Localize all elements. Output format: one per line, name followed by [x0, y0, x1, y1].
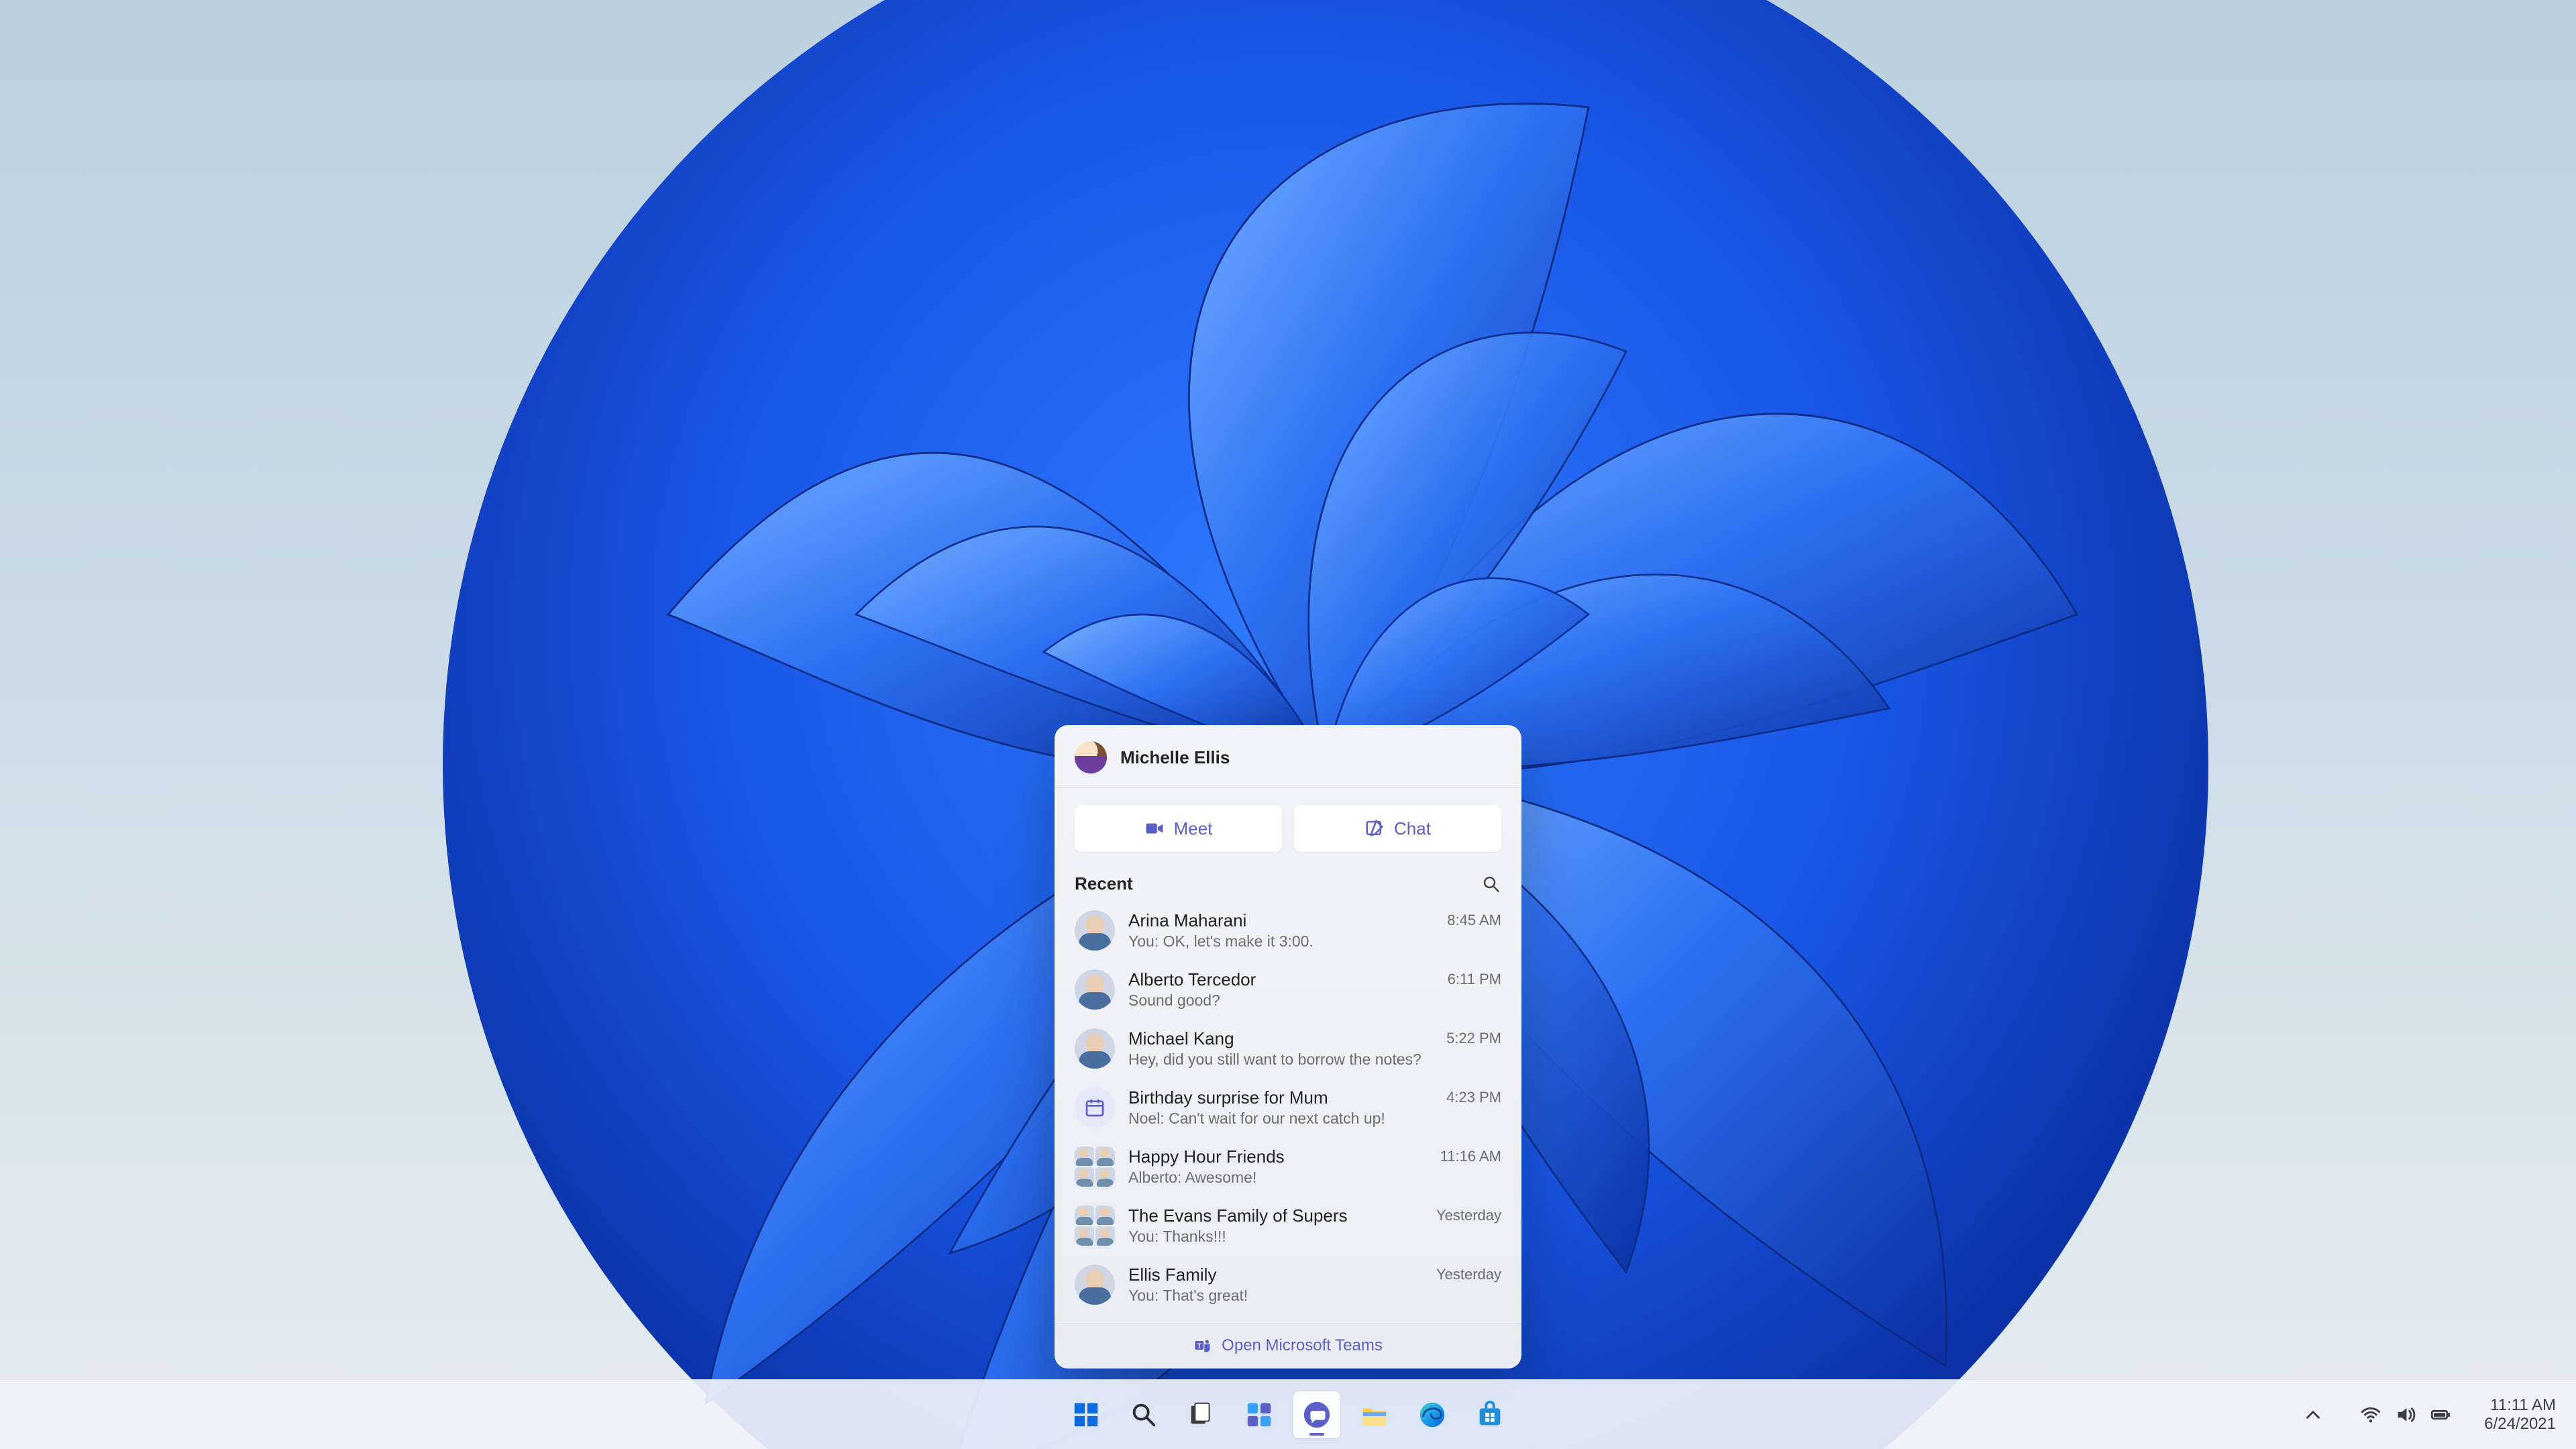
conversation-main: The Evans Family of Supers You: Thanks!!!	[1128, 1205, 1423, 1246]
search-icon	[1128, 1399, 1159, 1430]
conversation-preview: You: Thanks!!!	[1128, 1228, 1423, 1246]
search-icon[interactable]	[1481, 874, 1501, 894]
video-icon	[1144, 818, 1165, 839]
volume-icon	[2394, 1403, 2417, 1426]
conversation-title: Michael Kang	[1128, 1028, 1433, 1049]
quick-settings-button[interactable]	[2350, 1397, 2461, 1433]
conversation-preview: Hey, did you still want to borrow the no…	[1128, 1051, 1433, 1069]
meet-button-label: Meet	[1174, 818, 1213, 839]
person-avatar	[1075, 969, 1115, 1010]
chat-button[interactable]: Chat	[1294, 805, 1501, 852]
conversation-time: Yesterday	[1436, 1266, 1501, 1283]
conversation-main: Birthday surprise for Mum Noel: Can't wai…	[1128, 1087, 1433, 1128]
conversation-main: Michael Kang Hey, did you still want to b…	[1128, 1028, 1433, 1069]
compose-icon	[1364, 818, 1385, 839]
conversation-main: Ellis Family You: That's great!	[1128, 1265, 1423, 1305]
conversation-time: 11:16 AM	[1440, 1148, 1501, 1165]
store-icon	[1474, 1399, 1505, 1430]
conversation-time: 4:23 PM	[1446, 1089, 1501, 1106]
taskbar: 11:11 AM 6/24/2021	[0, 1379, 2576, 1449]
system-tray: 11:11 AM 6/24/2021	[2292, 1380, 2556, 1449]
chat-icon	[1301, 1399, 1332, 1430]
file-explorer-button[interactable]	[1351, 1391, 1398, 1438]
person-avatar	[1075, 1028, 1115, 1069]
conversation-item[interactable]: The Evans Family of Supers You: Thanks!!!…	[1060, 1196, 1516, 1255]
task-view-button[interactable]	[1178, 1391, 1225, 1438]
meet-button[interactable]: Meet	[1075, 805, 1282, 852]
recent-title: Recent	[1075, 873, 1133, 894]
teams-chat-flyout: Michelle Ellis Meet Chat Recent Arina Ma…	[1055, 725, 1521, 1368]
conversation-item[interactable]: Arina MaharaniYou: OK, let's make it 3:0…	[1060, 901, 1516, 960]
flyout-actions: Meet Chat	[1055, 788, 1521, 859]
teams-icon: T	[1193, 1336, 1212, 1355]
group-avatar	[1075, 1205, 1115, 1246]
taskbar-clock[interactable]: 11:11 AM 6/24/2021	[2484, 1396, 2556, 1433]
edge-icon	[1417, 1399, 1448, 1430]
conversation-title: Arina Maharani	[1128, 910, 1434, 931]
widgets-icon	[1244, 1399, 1275, 1430]
calendar-avatar	[1075, 1087, 1115, 1128]
file-explorer-icon	[1359, 1399, 1390, 1430]
conversation-time: 5:22 PM	[1446, 1030, 1501, 1047]
person-avatar	[1075, 1265, 1115, 1305]
microsoft-store-button[interactable]	[1466, 1391, 1513, 1438]
battery-icon	[2429, 1403, 2452, 1426]
taskbar-time: 11:11 AM	[2484, 1396, 2556, 1415]
conversation-item[interactable]: Birthday surprise for Mum Noel: Can't wai…	[1060, 1078, 1516, 1137]
conversation-preview: Noel: Can't wait for our next catch up!	[1128, 1110, 1433, 1128]
conversation-title: Happy Hour Friends	[1128, 1146, 1427, 1167]
task-view-icon	[1186, 1399, 1217, 1430]
search-button[interactable]	[1120, 1391, 1167, 1438]
conversation-preview: You: That's great!	[1128, 1287, 1423, 1305]
open-teams-link[interactable]: T Open Microsoft Teams	[1055, 1324, 1521, 1368]
widgets-button[interactable]	[1236, 1391, 1283, 1438]
conversation-title: Alberto Tercedor	[1128, 969, 1434, 990]
conversation-title: Birthday surprise for Mum	[1128, 1087, 1433, 1108]
calendar-icon	[1084, 1097, 1106, 1118]
svg-text:T: T	[1197, 1342, 1202, 1350]
chevron-up-icon	[2302, 1403, 2324, 1426]
conversation-time: 8:45 AM	[1447, 912, 1501, 929]
conversation-main: Happy Hour Friends Alberto: Awesome!	[1128, 1146, 1427, 1187]
conversation-time: Yesterday	[1436, 1207, 1501, 1224]
conversation-item[interactable]: Ellis Family You: That's great! Yesterday	[1060, 1255, 1516, 1314]
taskbar-date: 6/24/2021	[2484, 1415, 2556, 1434]
conversation-preview: Sound good?	[1128, 991, 1434, 1010]
user-avatar	[1075, 741, 1107, 773]
flyout-header[interactable]: Michelle Ellis	[1055, 725, 1521, 788]
open-teams-label: Open Microsoft Teams	[1222, 1336, 1383, 1355]
wifi-icon	[2359, 1403, 2382, 1426]
conversation-title: The Evans Family of Supers	[1128, 1205, 1423, 1226]
conversation-title: Ellis Family	[1128, 1265, 1423, 1285]
taskbar-center	[1063, 1391, 1513, 1438]
conversation-preview: You: OK, let's make it 3:00.	[1128, 932, 1434, 951]
person-avatar	[1075, 910, 1115, 951]
current-user-name: Michelle Ellis	[1120, 747, 1230, 768]
conversation-item[interactable]: Alberto TercedorSound good? 6:11 PM	[1060, 960, 1516, 1019]
group-avatar	[1075, 1146, 1115, 1187]
conversation-main: Arina MaharaniYou: OK, let's make it 3:0…	[1128, 910, 1434, 951]
teams-chat-button[interactable]	[1293, 1391, 1340, 1438]
conversation-list: Arina MaharaniYou: OK, let's make it 3:0…	[1055, 898, 1521, 1324]
tray-overflow-button[interactable]	[2292, 1397, 2334, 1433]
conversation-preview: Alberto: Awesome!	[1128, 1169, 1427, 1187]
start-button[interactable]	[1063, 1391, 1110, 1438]
conversation-time: 6:11 PM	[1448, 971, 1501, 988]
recent-header: Recent	[1055, 859, 1521, 898]
chat-button-label: Chat	[1394, 818, 1431, 839]
conversation-item[interactable]: Michael Kang Hey, did you still want to b…	[1060, 1019, 1516, 1078]
windows-logo-icon	[1071, 1399, 1102, 1430]
conversation-main: Alberto TercedorSound good?	[1128, 969, 1434, 1010]
edge-button[interactable]	[1409, 1391, 1456, 1438]
conversation-item[interactable]: Happy Hour Friends Alberto: Awesome! 11:16…	[1060, 1137, 1516, 1196]
